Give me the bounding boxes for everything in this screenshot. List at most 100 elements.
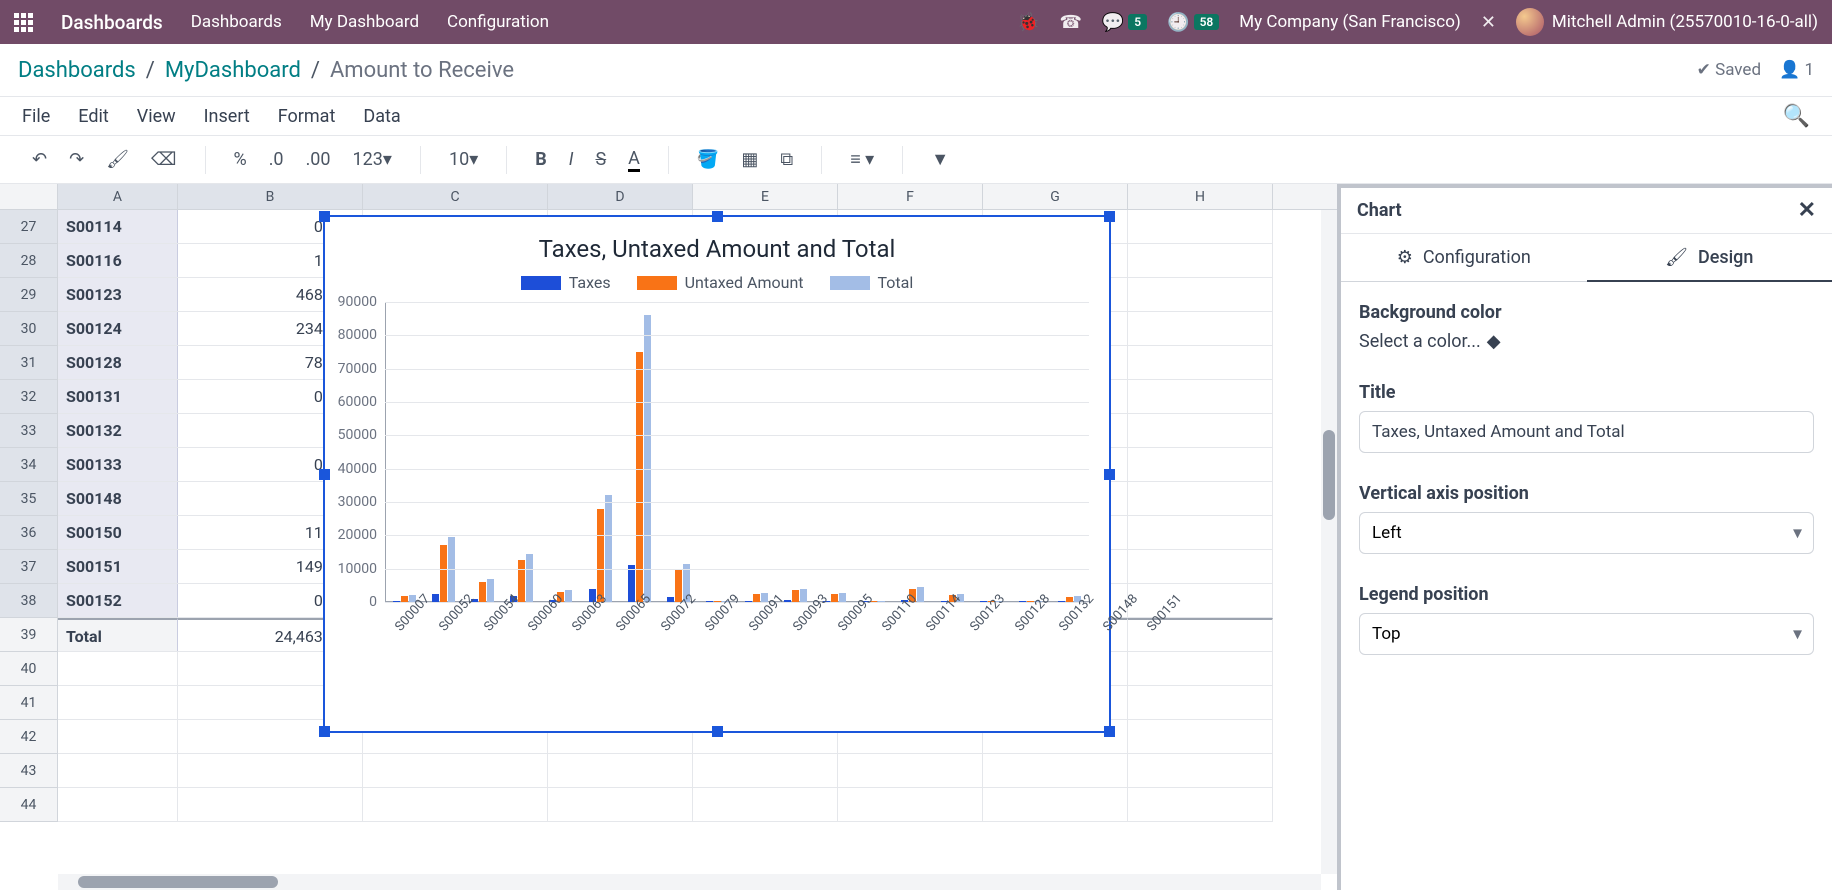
col-header[interactable]: F xyxy=(838,184,983,209)
cell[interactable]: S00123 xyxy=(58,278,178,311)
menu-data[interactable]: Data xyxy=(363,106,400,127)
cell[interactable] xyxy=(1128,346,1273,379)
row-header[interactable]: 43 xyxy=(0,754,58,788)
cell[interactable] xyxy=(693,788,838,821)
row-header[interactable]: 38 xyxy=(0,584,58,618)
clear-format-button[interactable]: ⌫ xyxy=(145,145,182,174)
cell[interactable] xyxy=(548,754,693,787)
row-header[interactable]: 44 xyxy=(0,788,58,822)
collaborators-indicator[interactable]: 👤 1 xyxy=(1779,60,1814,80)
user-menu[interactable]: Mitchell Admin (25570010-16-0-all) xyxy=(1516,8,1818,36)
cell[interactable] xyxy=(1128,448,1273,481)
col-header[interactable]: B xyxy=(178,184,363,209)
messages-button[interactable]: 💬5 xyxy=(1102,12,1147,33)
resize-handle[interactable] xyxy=(1104,469,1115,480)
close-icon[interactable]: ✕ xyxy=(1798,198,1816,223)
resize-handle[interactable] xyxy=(1104,211,1115,222)
cell[interactable] xyxy=(1128,788,1273,821)
resize-handle[interactable] xyxy=(712,211,723,222)
nav-configuration[interactable]: Configuration xyxy=(447,12,549,32)
cell[interactable] xyxy=(1128,210,1273,243)
row-header[interactable]: 30 xyxy=(0,312,58,346)
menu-view[interactable]: View xyxy=(137,106,176,127)
cell[interactable] xyxy=(693,754,838,787)
col-header[interactable]: H xyxy=(1128,184,1273,209)
row-header[interactable]: 41 xyxy=(0,686,58,720)
col-header[interactable]: C xyxy=(363,184,548,209)
col-header[interactable]: A xyxy=(58,184,178,209)
cell[interactable] xyxy=(1128,244,1273,277)
col-header[interactable]: D xyxy=(548,184,693,209)
row-header[interactable]: 37 xyxy=(0,550,58,584)
cell[interactable] xyxy=(1128,652,1273,685)
vertical-scrollbar[interactable] xyxy=(1321,210,1337,874)
spreadsheet[interactable]: ABCDEFGH 2728293031323334353637383940414… xyxy=(0,184,1337,890)
select-all-corner[interactable] xyxy=(0,184,58,209)
cell[interactable]: S00114 xyxy=(58,210,178,243)
paint-format-button[interactable]: 🖌 xyxy=(100,145,135,174)
cell[interactable] xyxy=(58,652,178,685)
row-header[interactable]: 34 xyxy=(0,448,58,482)
legend-pos-select[interactable]: Top xyxy=(1359,613,1814,655)
cell[interactable] xyxy=(1128,584,1273,617)
row-header[interactable]: 40 xyxy=(0,652,58,686)
filter-button[interactable]: ▼ xyxy=(925,145,955,174)
resize-handle[interactable] xyxy=(1104,726,1115,737)
cell[interactable] xyxy=(983,754,1128,787)
dec-increase-button[interactable]: .00 xyxy=(300,145,337,174)
cell[interactable] xyxy=(58,788,178,821)
cell[interactable]: S00131 xyxy=(58,380,178,413)
resize-handle[interactable] xyxy=(319,726,330,737)
cell[interactable] xyxy=(58,686,178,719)
menu-file[interactable]: File xyxy=(22,106,50,127)
horizontal-scrollbar[interactable] xyxy=(58,874,1321,890)
row-header[interactable]: 27 xyxy=(0,210,58,244)
font-size-select[interactable]: 10 ▾ xyxy=(443,145,484,174)
menu-format[interactable]: Format xyxy=(278,106,336,127)
cell[interactable] xyxy=(363,754,548,787)
resize-handle[interactable] xyxy=(712,726,723,737)
row-header[interactable]: 36 xyxy=(0,516,58,550)
cell[interactable] xyxy=(1128,720,1273,753)
cell[interactable] xyxy=(178,788,363,821)
cell[interactable] xyxy=(983,788,1128,821)
cell[interactable] xyxy=(178,754,363,787)
menu-insert[interactable]: Insert xyxy=(204,106,250,127)
row-header[interactable]: 28 xyxy=(0,244,58,278)
row-header[interactable]: 32 xyxy=(0,380,58,414)
cell[interactable] xyxy=(548,788,693,821)
cell[interactable] xyxy=(1128,312,1273,345)
resize-handle[interactable] xyxy=(319,211,330,222)
col-header[interactable]: E xyxy=(693,184,838,209)
cell[interactable]: S00132 xyxy=(58,414,178,447)
tab-design[interactable]: 🖌Design xyxy=(1587,234,1832,282)
merge-button[interactable]: ⧉ xyxy=(774,145,799,174)
breadcrumb-root[interactable]: Dashboards xyxy=(18,58,136,83)
cell[interactable] xyxy=(363,788,548,821)
app-brand[interactable]: Dashboards xyxy=(61,11,163,34)
cell[interactable] xyxy=(1128,550,1273,583)
row-header[interactable]: 29 xyxy=(0,278,58,312)
menu-edit[interactable]: Edit xyxy=(78,106,108,127)
cell[interactable]: S00152 xyxy=(58,584,178,617)
cell[interactable] xyxy=(838,754,983,787)
align-button[interactable]: ≡ ▾ xyxy=(844,145,880,174)
row-header[interactable]: 33 xyxy=(0,414,58,448)
company-selector[interactable]: My Company (San Francisco) xyxy=(1239,12,1461,32)
tools-icon[interactable]: ✕ xyxy=(1481,12,1496,33)
activities-button[interactable]: 🕘58 xyxy=(1167,12,1219,33)
bg-color-picker[interactable]: Select a color... ◆ xyxy=(1359,331,1814,352)
text-color-button[interactable]: A xyxy=(622,144,646,176)
cell[interactable]: S00116 xyxy=(58,244,178,277)
cell[interactable]: Total xyxy=(58,618,178,651)
tab-configuration[interactable]: ⚙Configuration xyxy=(1341,234,1587,282)
fill-color-button[interactable]: 🪣 xyxy=(691,145,725,174)
bug-icon[interactable]: 🐞 xyxy=(1017,12,1039,33)
apps-icon[interactable] xyxy=(14,13,33,32)
percent-button[interactable]: % xyxy=(228,145,253,174)
cell[interactable]: S00128 xyxy=(58,346,178,379)
nav-dashboards[interactable]: Dashboards xyxy=(191,12,282,32)
cell[interactable] xyxy=(1128,754,1273,787)
cell[interactable]: S00151 xyxy=(58,550,178,583)
bold-button[interactable]: B xyxy=(529,145,553,174)
